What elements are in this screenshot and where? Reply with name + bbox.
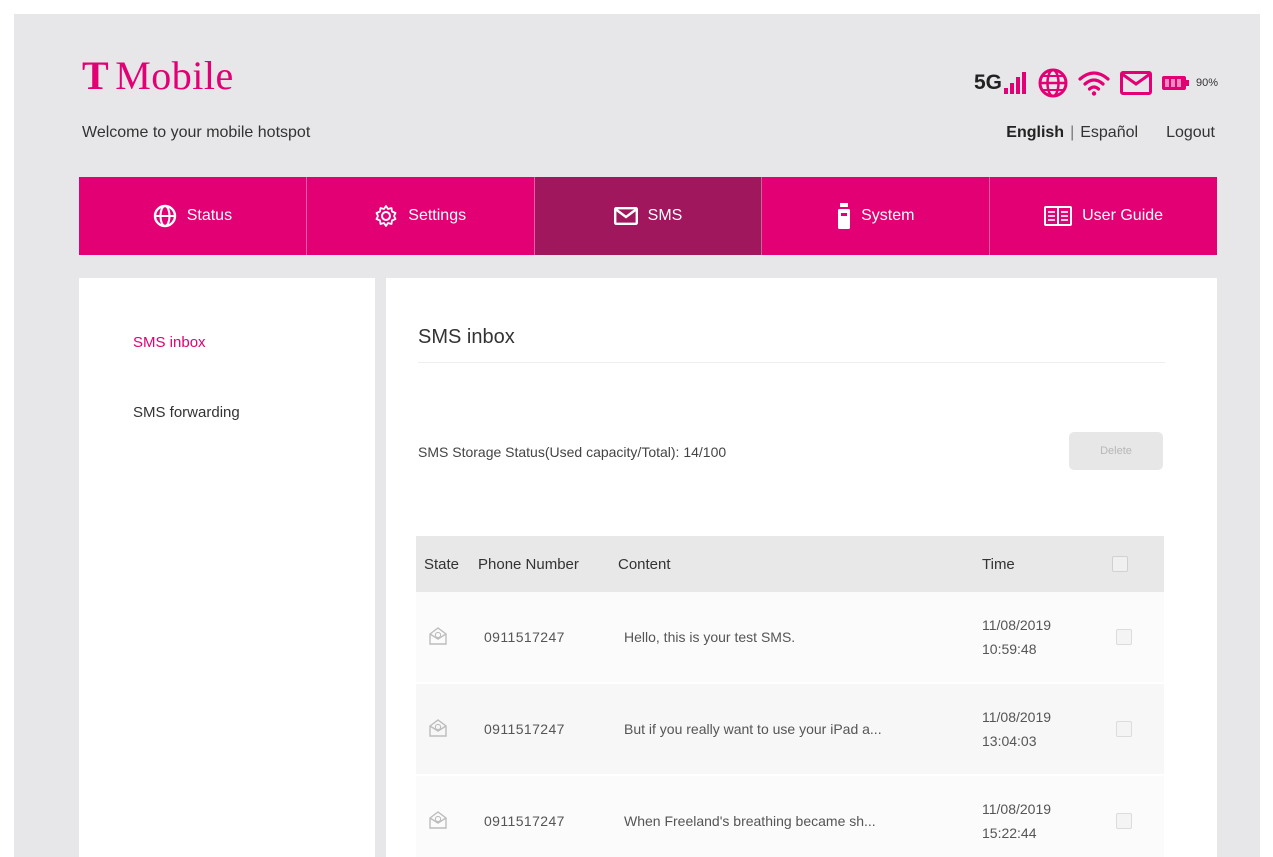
t-mobile-logo: T Mobile bbox=[82, 52, 234, 99]
phone-cell: 0911517247 bbox=[484, 629, 565, 645]
envelope-icon bbox=[613, 207, 638, 225]
time-cell: 11/08/2019 10:59:48 bbox=[982, 613, 1112, 661]
language-espanol[interactable]: Español bbox=[1080, 124, 1138, 142]
welcome-text: Welcome to your mobile hotspot bbox=[82, 124, 311, 141]
date-text: 11/08/2019 bbox=[982, 801, 1052, 817]
col-header-content: Content bbox=[618, 555, 671, 573]
read-envelope-icon bbox=[429, 810, 447, 829]
date-text: 11/08/2019 bbox=[982, 709, 1052, 725]
phone-cell: 0911517247 bbox=[484, 721, 565, 737]
battery-icon bbox=[1161, 76, 1189, 90]
title-divider bbox=[418, 362, 1165, 363]
date-text: 11/08/2019 bbox=[982, 617, 1052, 633]
table-header: State Phone Number Content Time bbox=[416, 536, 1164, 592]
check-cell bbox=[1112, 721, 1164, 737]
col-header-state: State bbox=[424, 555, 460, 573]
sidebar-item-sms-inbox[interactable]: SMS inbox bbox=[133, 334, 206, 351]
tab-user-guide[interactable]: User Guide bbox=[990, 177, 1217, 255]
content-cell: But if you really want to use your iPad … bbox=[624, 721, 882, 737]
phone-cell: 0911517247 bbox=[484, 813, 565, 829]
status-icons: 5G 90% bbox=[974, 68, 1218, 98]
state-cell bbox=[416, 810, 478, 833]
content-cell: Hello, this is your test SMS. bbox=[624, 629, 796, 645]
select-all-checkbox[interactable] bbox=[1112, 556, 1128, 572]
tab-sms[interactable]: SMS bbox=[534, 177, 763, 255]
state-cell bbox=[416, 626, 478, 649]
internet-globe-icon bbox=[1038, 68, 1068, 98]
check-cell bbox=[1112, 813, 1164, 829]
language-english[interactable]: English bbox=[1006, 124, 1064, 142]
t-mark: T bbox=[82, 53, 110, 98]
time-text: 15:22:44 bbox=[982, 825, 1037, 841]
storage-status: SMS Storage Status(Used capacity/Total):… bbox=[418, 444, 727, 460]
time-text: 13:04:03 bbox=[982, 733, 1037, 749]
table-row[interactable]: 0911517247 When Freeland's breathing bec… bbox=[416, 776, 1164, 857]
state-cell bbox=[416, 718, 478, 741]
brand-name: Mobile bbox=[115, 53, 234, 98]
tab-system[interactable]: System bbox=[762, 177, 991, 255]
table-row[interactable]: 0911517247 Hello, this is your test SMS.… bbox=[416, 592, 1164, 684]
select-all-cell bbox=[1112, 556, 1164, 572]
language-separator: | bbox=[1070, 124, 1075, 141]
page-title: SMS inbox bbox=[418, 326, 515, 348]
tab-settings-label: Settings bbox=[408, 207, 467, 224]
tab-status[interactable]: Status bbox=[79, 177, 307, 255]
read-envelope-icon bbox=[429, 718, 447, 737]
wifi-icon bbox=[1078, 71, 1110, 96]
device-icon bbox=[838, 203, 851, 229]
col-header-phone: Phone Number bbox=[478, 555, 579, 573]
tab-sms-label: SMS bbox=[647, 207, 683, 224]
tab-status-label: Status bbox=[186, 207, 233, 224]
read-envelope-icon bbox=[429, 626, 447, 645]
table-row[interactable]: 0911517247 But if you really want to use… bbox=[416, 684, 1164, 776]
main-content: SMS inbox SMS Storage Status(Used capaci… bbox=[386, 278, 1217, 857]
book-icon bbox=[1044, 206, 1073, 226]
tab-settings[interactable]: Settings bbox=[307, 177, 535, 255]
sidebar: SMS inbox SMS forwarding bbox=[79, 278, 375, 857]
sms-table: State Phone Number Content Time 09115172… bbox=[416, 536, 1164, 857]
tab-user-guide-label: User Guide bbox=[1082, 207, 1164, 224]
time-text: 10:59:48 bbox=[982, 641, 1037, 657]
check-cell bbox=[1112, 629, 1164, 645]
language-bar: English | Español Logout bbox=[1006, 124, 1215, 142]
col-header-time: Time bbox=[982, 555, 1015, 573]
row-checkbox[interactable] bbox=[1116, 813, 1132, 829]
row-checkbox[interactable] bbox=[1116, 629, 1132, 645]
sidebar-item-sms-forwarding[interactable]: SMS forwarding bbox=[133, 404, 240, 421]
network-type: 5G bbox=[973, 71, 1002, 94]
content-cell: When Freeland's breathing became sh... bbox=[624, 813, 876, 829]
delete-button[interactable]: Delete bbox=[1069, 432, 1163, 470]
gear-icon bbox=[375, 205, 397, 227]
tab-system-label: System bbox=[861, 207, 915, 224]
main-nav: Status Settings SMS System User Guide bbox=[79, 177, 1217, 255]
signal-icon bbox=[1003, 72, 1026, 94]
time-cell: 11/08/2019 13:04:03 bbox=[982, 705, 1112, 753]
battery-percent: 90% bbox=[1195, 77, 1218, 89]
time-cell: 11/08/2019 15:22:44 bbox=[982, 797, 1112, 845]
globe-icon bbox=[153, 204, 176, 228]
logout-link[interactable]: Logout bbox=[1166, 124, 1215, 142]
row-checkbox[interactable] bbox=[1116, 721, 1132, 737]
sms-envelope-icon bbox=[1119, 71, 1152, 95]
